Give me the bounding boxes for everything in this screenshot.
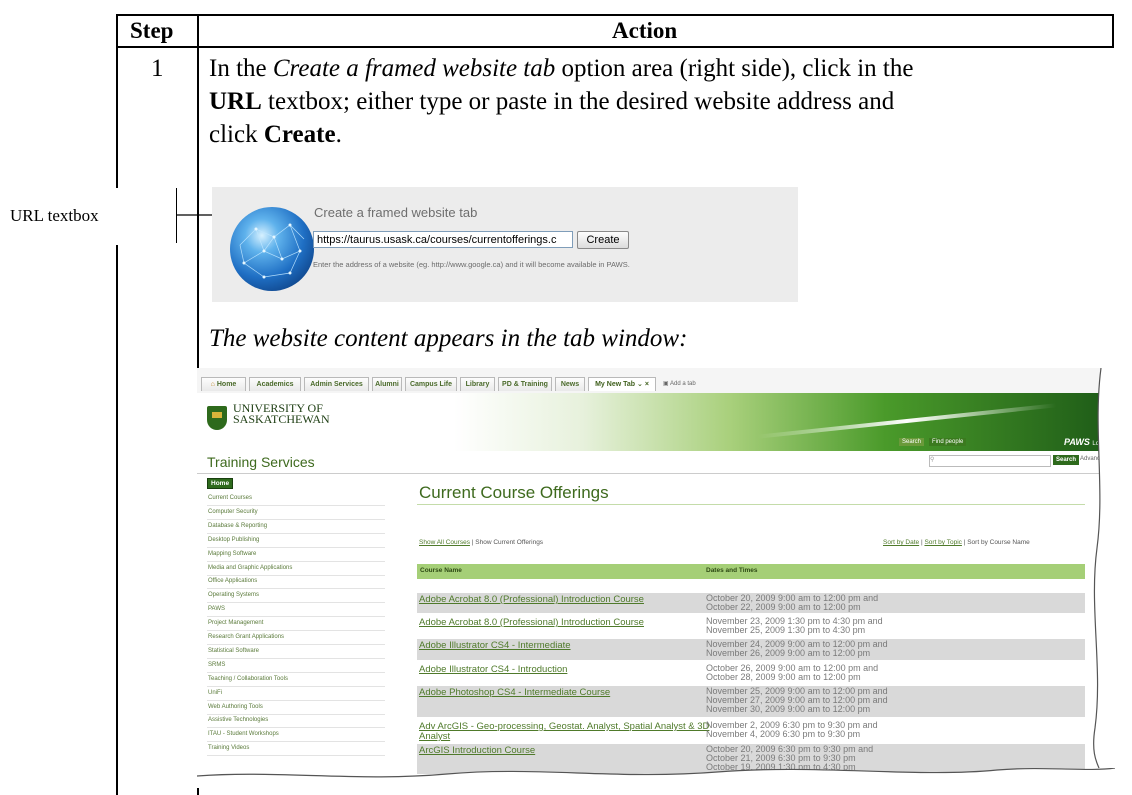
instruction-italic: Create a framed website tab — [272, 55, 556, 82]
table-right-border — [1112, 14, 1114, 48]
create-panel-title: Create a framed website tab — [314, 205, 478, 220]
url-input[interactable] — [313, 231, 573, 248]
torn-edge — [197, 368, 1115, 788]
callout-label: URL textbox — [10, 206, 99, 225]
instruction-part: textbox; either type or paste in the des… — [261, 88, 895, 115]
result-caption: The website content appears in the tab w… — [209, 325, 688, 352]
website-screenshot: ⌂ Home Academics Admin Services Alumni C… — [197, 368, 1115, 788]
instruction-line-2: URL textbox; either type or paste in the… — [209, 85, 1109, 118]
create-panel-hint: Enter the address of a website (eg. http… — [313, 260, 630, 269]
instruction-part: click — [209, 121, 264, 148]
table-top-border — [116, 14, 1114, 16]
globe-icon — [230, 207, 314, 291]
create-button[interactable]: Create — [577, 231, 629, 249]
instruction-bold-url: URL — [209, 88, 262, 115]
header-action: Action — [612, 18, 678, 43]
table-left-border — [116, 14, 118, 188]
create-framed-tab-panel: Create a framed website tab Create Enter… — [212, 187, 798, 302]
instruction-line-3: click Create. — [209, 118, 1109, 151]
instruction-bold-create: Create — [263, 121, 336, 148]
table-header-border — [116, 46, 1114, 48]
instruction-part: In the — [209, 55, 273, 82]
instruction-line-1: In the Create a framed website tab optio… — [209, 52, 1109, 85]
header-step: Step — [130, 18, 174, 43]
instruction-part: option area (right side), click in the — [555, 55, 914, 82]
instruction-part: . — [335, 121, 342, 148]
table-left-border-lower — [116, 245, 118, 795]
instruction-text: In the Create a framed website tab optio… — [209, 52, 1109, 151]
step-number: 1 — [151, 55, 164, 82]
